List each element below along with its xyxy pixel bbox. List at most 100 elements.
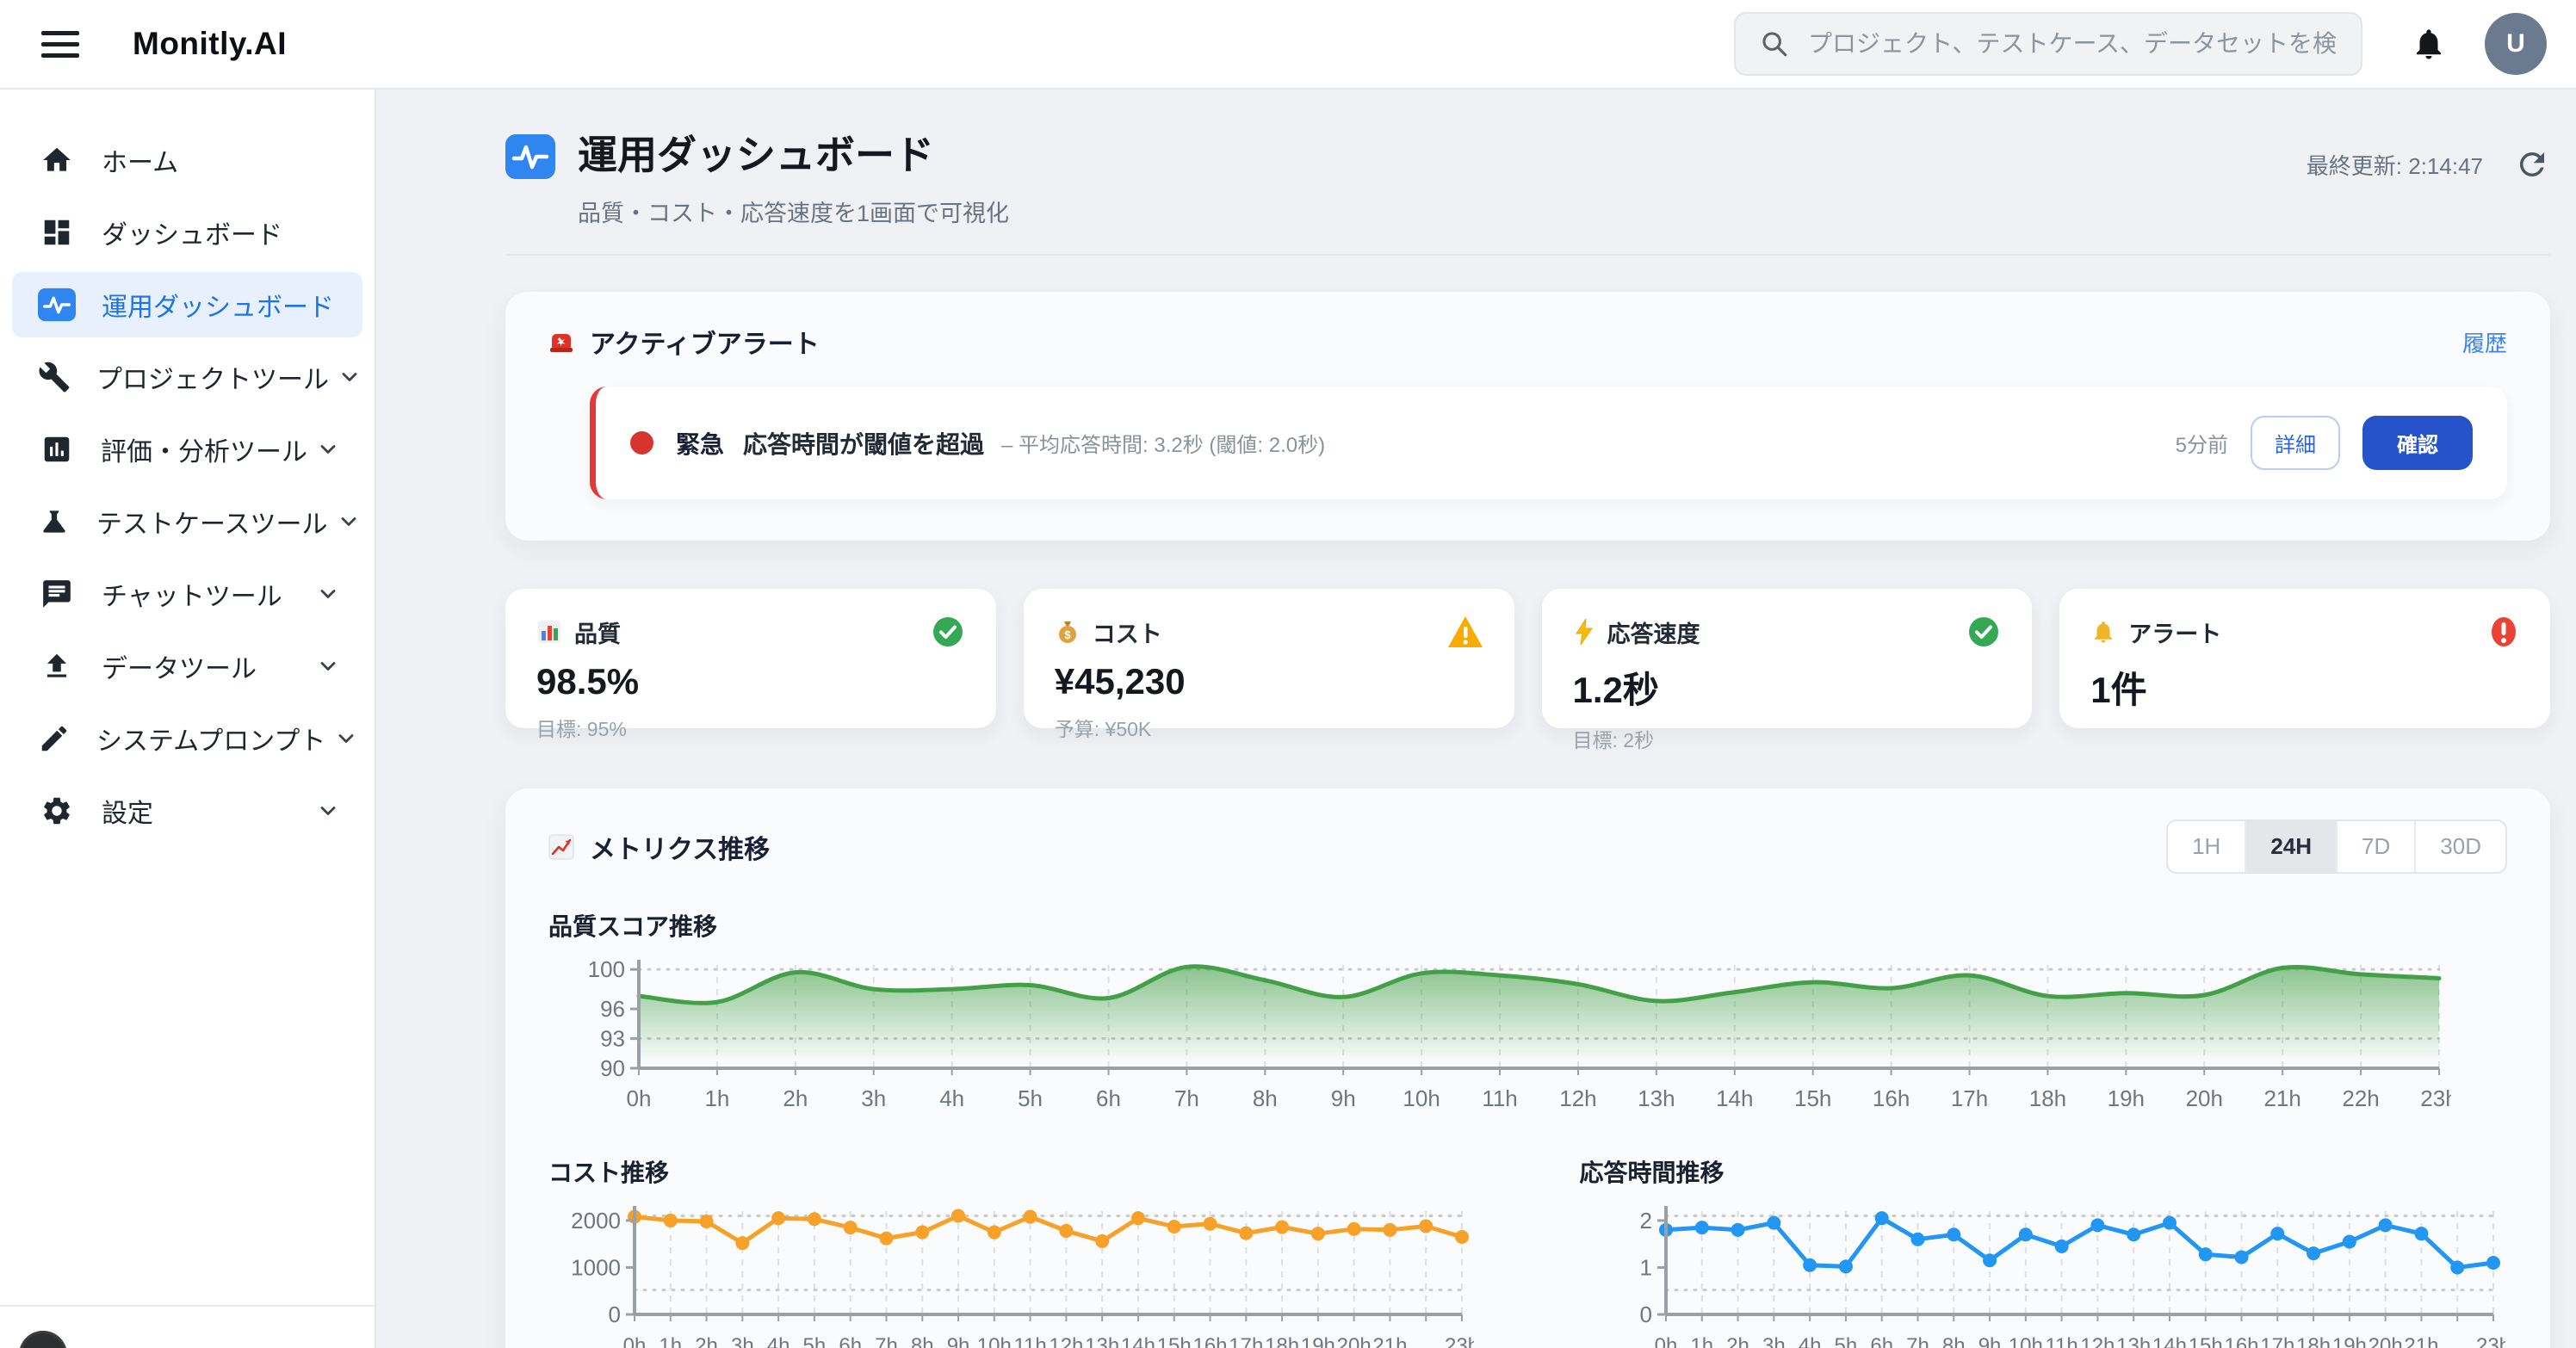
topbar: Monitly.AI U bbox=[0, 0, 2576, 90]
svg-text:12h: 12h bbox=[2080, 1334, 2115, 1348]
gear-icon bbox=[38, 795, 76, 827]
svg-text:14h: 14h bbox=[1716, 1085, 1753, 1111]
svg-text:0h: 0h bbox=[627, 1085, 652, 1111]
svg-text:12h: 12h bbox=[1559, 1085, 1596, 1111]
search-icon bbox=[1760, 29, 1789, 59]
svg-text:1h: 1h bbox=[704, 1085, 729, 1111]
sidebar-item-chat-tools[interactable]: チャットツール bbox=[12, 561, 362, 627]
response-time-trend-chart: 2100h1h2h3h4h5h6h7h8h9h10h11h12h13h14h15… bbox=[1580, 1197, 2508, 1348]
flask-icon bbox=[38, 505, 71, 538]
header-divider bbox=[505, 254, 2550, 256]
sidebar-item-ops-dashboard[interactable]: 運用ダッシュボード bbox=[12, 272, 362, 337]
sidebar-item-dashboard[interactable]: ダッシュボード bbox=[12, 200, 362, 265]
response-time-chart-title: 応答時間推移 bbox=[1580, 1154, 2508, 1189]
hamburger-menu-icon[interactable] bbox=[41, 31, 79, 58]
svg-text:7h: 7h bbox=[1906, 1334, 1929, 1348]
svg-text:1h: 1h bbox=[1690, 1334, 1713, 1348]
chevron-down-icon bbox=[316, 582, 340, 606]
chevron-down-icon bbox=[334, 727, 358, 751]
svg-text:14h: 14h bbox=[2152, 1334, 2186, 1348]
refresh-icon[interactable] bbox=[2514, 146, 2550, 182]
app-logo: Monitly.AI bbox=[133, 26, 287, 62]
svg-text:0: 0 bbox=[1639, 1302, 1651, 1327]
svg-text:16h: 16h bbox=[1873, 1085, 1910, 1111]
svg-text:19h: 19h bbox=[2331, 1334, 2366, 1348]
svg-text:5h: 5h bbox=[1834, 1334, 1857, 1348]
kpi-card-response-speed: 応答速度 1.2秒 目標: 2秒 bbox=[1542, 589, 2033, 728]
lightning-icon bbox=[1573, 618, 1595, 646]
money-bag-icon: $ bbox=[1055, 619, 1081, 645]
pencil-icon bbox=[38, 722, 71, 755]
history-link[interactable]: 履歴 bbox=[2462, 326, 2507, 358]
range-24h-button[interactable]: 24H bbox=[2245, 821, 2336, 872]
svg-text:100: 100 bbox=[588, 956, 625, 982]
svg-text:12h: 12h bbox=[1049, 1334, 1083, 1348]
sidebar-item-system-prompt[interactable]: システムプロンプト bbox=[12, 706, 362, 771]
svg-text:16h: 16h bbox=[2224, 1334, 2258, 1348]
sidebar-item-project-tools[interactable]: プロジェクトツール bbox=[12, 344, 362, 410]
kpi-sub: 目標: 95% bbox=[536, 713, 965, 742]
alert-detail: – 平均応答時間: 3.2秒 (閾値: 2.0秒) bbox=[1001, 428, 1325, 458]
range-7d-button[interactable]: 7D bbox=[2336, 821, 2414, 872]
sidebar: ホーム ダッシュボード 運用ダッシュボード プロジェクトツール 評価・分析ツール… bbox=[0, 90, 376, 1348]
svg-text:96: 96 bbox=[600, 996, 625, 1022]
svg-text:6h: 6h bbox=[839, 1334, 862, 1348]
svg-text:21h: 21h bbox=[2404, 1334, 2438, 1348]
svg-text:10h: 10h bbox=[977, 1334, 1012, 1348]
svg-text:20h: 20h bbox=[2368, 1334, 2402, 1348]
sidebar-item-settings[interactable]: 設定 bbox=[12, 778, 362, 844]
search-input[interactable] bbox=[1808, 30, 2337, 58]
svg-text:21h: 21h bbox=[2263, 1085, 2300, 1111]
page-subtitle: 品質・コスト・応答速度を1画面で可視化 bbox=[578, 195, 2307, 228]
sidebar-item-home[interactable]: ホーム bbox=[12, 127, 362, 193]
range-1h-button[interactable]: 1H bbox=[2168, 821, 2245, 872]
alert-ack-button[interactable]: 確認 bbox=[2362, 416, 2473, 470]
kpi-row: 品質 98.5% 目標: 95% $ コスト ¥45,230 予算: ¥50K bbox=[505, 589, 2550, 728]
svg-text:8h: 8h bbox=[1941, 1334, 1965, 1348]
svg-text:2h: 2h bbox=[1726, 1334, 1749, 1348]
warning-icon bbox=[1447, 615, 1483, 649]
kpi-value: 1.2秒 bbox=[1573, 661, 2002, 714]
bar-chart-icon bbox=[536, 619, 562, 645]
kpi-card-alerts: アラート 1件 bbox=[2059, 589, 2550, 728]
svg-text:13h: 13h bbox=[1638, 1085, 1675, 1111]
svg-text:2: 2 bbox=[1639, 1208, 1651, 1234]
global-search[interactable] bbox=[1734, 12, 2362, 76]
svg-text:23h: 23h bbox=[1445, 1334, 1474, 1348]
svg-text:4h: 4h bbox=[767, 1334, 790, 1348]
svg-text:6h: 6h bbox=[1096, 1085, 1121, 1111]
svg-text:23h: 23h bbox=[2475, 1334, 2505, 1348]
svg-text:7h: 7h bbox=[875, 1334, 898, 1348]
user-avatar[interactable]: U bbox=[2485, 13, 2547, 75]
svg-text:20h: 20h bbox=[1337, 1334, 1372, 1348]
sidebar-item-analytics-tools[interactable]: 評価・分析ツール bbox=[12, 417, 362, 482]
alert-message: 応答時間が閾値を超過 bbox=[743, 426, 984, 461]
svg-text:20h: 20h bbox=[2186, 1085, 2223, 1111]
svg-text:14h: 14h bbox=[1121, 1334, 1155, 1348]
svg-text:3h: 3h bbox=[731, 1334, 754, 1348]
chat-icon bbox=[38, 578, 76, 610]
floating-action-button[interactable] bbox=[19, 1331, 67, 1348]
analytics-icon bbox=[38, 433, 75, 466]
error-icon bbox=[2488, 615, 2519, 649]
alert-detail-button[interactable]: 詳細 bbox=[2251, 416, 2340, 470]
range-30d-button[interactable]: 30D bbox=[2414, 821, 2505, 872]
svg-text:$: $ bbox=[1064, 628, 1071, 641]
alert-time: 5分前 bbox=[2176, 428, 2228, 458]
chevron-down-icon bbox=[337, 365, 362, 389]
svg-text:8h: 8h bbox=[911, 1334, 934, 1348]
metrics-card: メトリクス推移 1H 24H 7D 30D 品質スコア推移 1009693900… bbox=[505, 788, 2550, 1348]
active-alerts-title: アクティブアラート bbox=[548, 323, 820, 361]
svg-text:8h: 8h bbox=[1253, 1085, 1278, 1111]
cost-chart-title: コスト推移 bbox=[548, 1154, 1477, 1189]
notification-bell-icon[interactable] bbox=[2411, 26, 2447, 62]
kpi-value: ¥45,230 bbox=[1055, 661, 1483, 702]
svg-text:1: 1 bbox=[1639, 1254, 1651, 1280]
chevron-down-icon bbox=[316, 799, 340, 823]
sidebar-item-testcase-tools[interactable]: テストケースツール bbox=[12, 489, 362, 554]
alert-row: 緊急 応答時間が閾値を超過 – 平均応答時間: 3.2秒 (閾値: 2.0秒) … bbox=[590, 386, 2507, 499]
page-header: 運用ダッシュボード 品質・コスト・応答速度を1画面で可視化 最終更新: 2:14… bbox=[505, 124, 2550, 228]
upload-icon bbox=[38, 650, 76, 683]
sidebar-item-data-tools[interactable]: データツール bbox=[12, 634, 362, 699]
check-icon bbox=[931, 615, 965, 649]
